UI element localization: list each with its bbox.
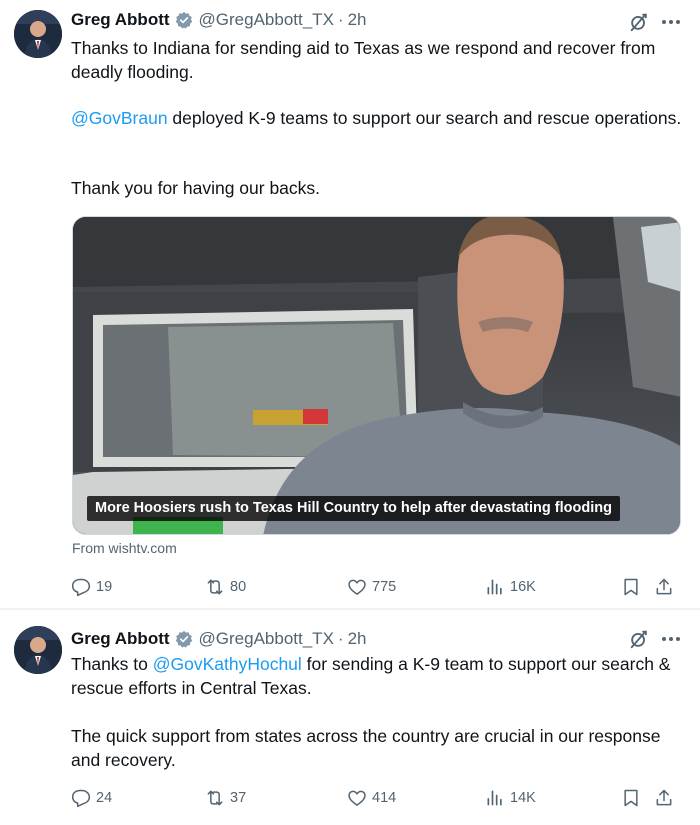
view-count: 16K bbox=[510, 579, 536, 595]
reply-icon bbox=[71, 789, 91, 808]
reply-button[interactable]: 19 bbox=[71, 575, 112, 599]
grok-icon[interactable] bbox=[628, 11, 650, 33]
tweet-text-paragraph: Thanks to Indiana for sending aid to Tex… bbox=[71, 38, 656, 82]
share-button[interactable] bbox=[654, 575, 674, 599]
views-icon bbox=[487, 790, 502, 806]
bookmark-icon bbox=[624, 578, 638, 596]
tweet-text-paragraph: @GovBraun deployed K-9 teams to support … bbox=[71, 106, 691, 130]
bookmark-button[interactable] bbox=[621, 786, 641, 810]
author-name[interactable]: Greg Abbott bbox=[71, 10, 170, 30]
mention-link[interactable]: @GovBraun bbox=[71, 108, 168, 128]
bookmark-icon bbox=[624, 789, 638, 807]
tweet-text-paragraph: Thank you for having our backs. bbox=[71, 178, 321, 198]
share-icon bbox=[656, 789, 672, 806]
verified-badge-icon bbox=[175, 11, 193, 29]
views-icon bbox=[487, 579, 502, 595]
repost-count: 80 bbox=[230, 579, 247, 595]
author-name[interactable]: Greg Abbott bbox=[71, 629, 170, 649]
bookmark-button[interactable] bbox=[621, 575, 641, 599]
share-icon bbox=[656, 578, 672, 595]
repost-button[interactable]: 80 bbox=[205, 575, 246, 599]
like-button[interactable]: 775 bbox=[347, 575, 396, 599]
verified-badge-icon bbox=[175, 630, 193, 648]
like-icon bbox=[348, 790, 366, 806]
reply-icon bbox=[71, 578, 91, 597]
separator-dot: · bbox=[337, 629, 344, 648]
views-button[interactable]: 14K bbox=[485, 786, 536, 810]
timestamp[interactable]: 2h bbox=[348, 10, 367, 30]
author-handle[interactable]: @GregAbbott_TX bbox=[199, 10, 334, 30]
tweet-header: Greg Abbott @GregAbbott_TX · 2h bbox=[71, 9, 367, 31]
author-handle[interactable]: @GregAbbott_TX bbox=[199, 629, 334, 649]
mention-link[interactable]: @GovKathyHochul bbox=[153, 654, 302, 674]
reply-button[interactable]: 24 bbox=[71, 786, 112, 810]
like-icon bbox=[348, 579, 366, 595]
share-button[interactable] bbox=[654, 786, 674, 810]
views-button[interactable]: 16K bbox=[485, 575, 536, 599]
like-button[interactable]: 414 bbox=[347, 786, 396, 810]
avatar[interactable] bbox=[14, 10, 62, 58]
avatar[interactable] bbox=[14, 626, 62, 674]
like-count: 414 bbox=[372, 790, 397, 806]
more-icon[interactable] bbox=[659, 11, 683, 33]
repost-icon bbox=[207, 579, 223, 595]
video-thumbnail[interactable] bbox=[72, 216, 681, 535]
reply-count: 24 bbox=[96, 790, 113, 806]
grok-icon[interactable] bbox=[628, 628, 650, 650]
link-source[interactable]: From wishtv.com bbox=[72, 540, 177, 556]
tweet[interactable]: Greg Abbott @GregAbbott_TX · 2h Thanks t… bbox=[0, 0, 700, 608]
tweet-actions: 19 80 775 16K bbox=[71, 575, 686, 599]
video-caption: More Hoosiers rush to Texas Hill Country… bbox=[87, 496, 620, 521]
like-count: 775 bbox=[372, 579, 397, 595]
repost-icon bbox=[207, 790, 223, 806]
more-icon[interactable] bbox=[659, 628, 683, 650]
view-count: 14K bbox=[510, 790, 536, 806]
tweet-header: Greg Abbott @GregAbbott_TX · 2h bbox=[71, 628, 367, 650]
tweet-text-paragraph: The quick support from states across the… bbox=[71, 726, 661, 770]
separator-dot: · bbox=[337, 10, 344, 29]
timestamp[interactable]: 2h bbox=[348, 629, 367, 649]
tweet-actions: 24 37 414 14K bbox=[71, 786, 686, 810]
tweet-text: Thanks to bbox=[71, 654, 153, 674]
repost-count: 37 bbox=[230, 790, 247, 806]
tweet[interactable]: Greg Abbott @GregAbbott_TX · 2h Thanks t… bbox=[0, 610, 700, 825]
repost-button[interactable]: 37 bbox=[205, 786, 246, 810]
reply-count: 19 bbox=[96, 579, 113, 595]
tweet-text: deployed K-9 teams to support our search… bbox=[167, 108, 682, 128]
tweet-text-paragraph: Thanks to @GovKathyHochul for sending a … bbox=[71, 652, 691, 700]
